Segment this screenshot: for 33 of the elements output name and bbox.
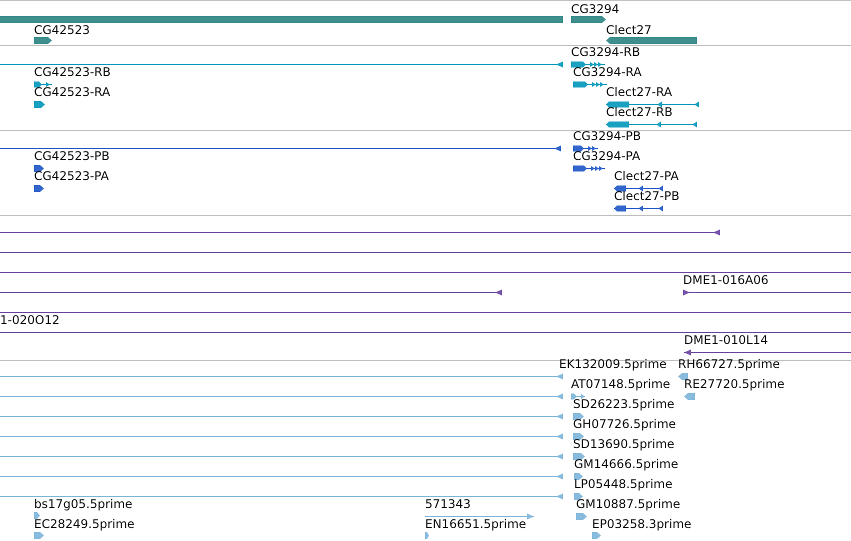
feature-label: CG3294-PB — [573, 129, 642, 143]
feature-label: DME1-016A06 — [683, 273, 769, 287]
feature-label: Clect27-RB — [606, 105, 673, 119]
feature-label: EP03258.3prime — [592, 517, 692, 531]
feature-label: CG3294-PA — [573, 149, 640, 163]
feature-label: CG3294 — [571, 2, 620, 16]
feature-label: GM10887.5prime — [576, 497, 680, 511]
feature-label: CG42523-RA — [34, 85, 110, 99]
feature-label: CG3294-RA — [573, 65, 642, 79]
feature-label: bs17g05.5prime — [34, 497, 132, 511]
feature-label: RE27720.5prime — [684, 377, 784, 391]
feature-label: 571343 — [425, 497, 471, 511]
feature-label: Clect27-PA — [614, 169, 679, 183]
feature-label: SD13690.5prime — [573, 437, 674, 451]
feature-label: EK132009.5prime — [559, 357, 667, 371]
feature-label: CG42523-PB — [34, 149, 110, 163]
feature-label: 1-020O12 — [0, 313, 60, 327]
feature-label: CG42523 — [34, 23, 90, 37]
feature-label: RH66727.5prime — [678, 357, 780, 371]
feature-label: Clect27-RA — [606, 85, 672, 99]
feature-label: GH07726.5prime — [573, 417, 676, 431]
feature-label: CG42523-RB — [34, 65, 111, 79]
feature-label: AT07148.5prime — [571, 377, 670, 391]
feature-label: Clect27-PB — [614, 189, 680, 203]
feature-label: LP05448.5prime — [574, 477, 673, 491]
feature-label: EN16651.5prime — [425, 517, 526, 531]
feature-label: CG3294-RB — [571, 45, 640, 59]
feature-label: CG42523-PA — [34, 169, 109, 183]
feature-label: Clect27 — [606, 23, 652, 37]
feature-label: SD26223.5prime — [573, 397, 674, 411]
feature-label: DME1-010L14 — [684, 333, 768, 347]
feature-label: GM14666.5prime — [574, 457, 678, 471]
feature-label: EC28249.5prime — [34, 517, 135, 531]
